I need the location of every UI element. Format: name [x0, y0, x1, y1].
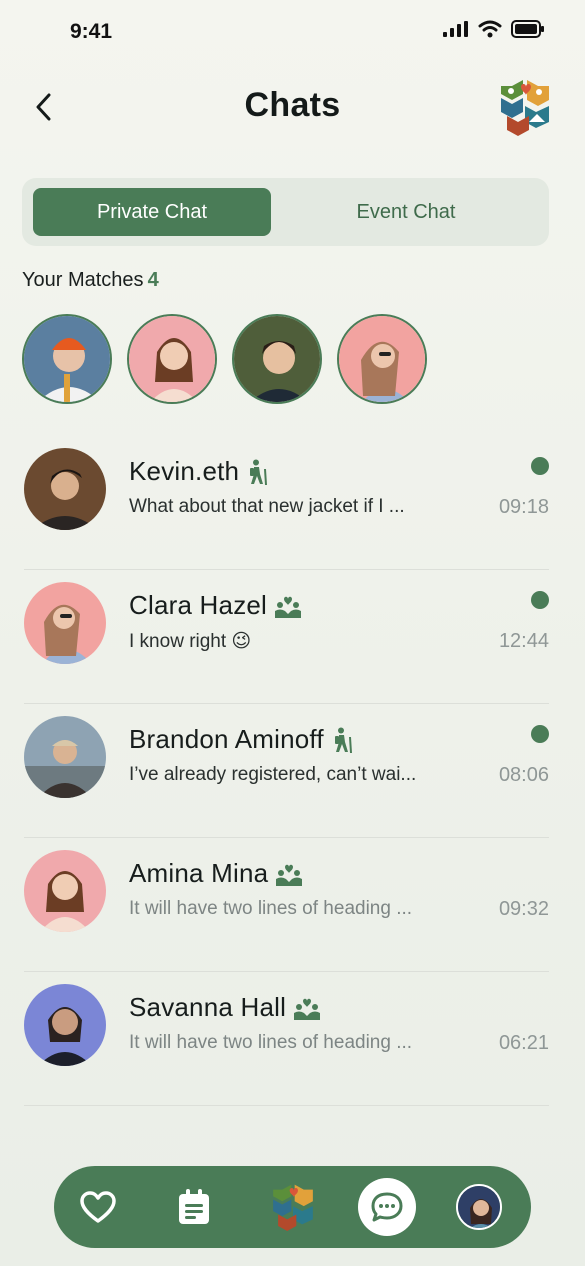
- last-message: I’ve already registered, can’t wai...: [129, 764, 417, 785]
- match-avatar[interactable]: [22, 314, 112, 404]
- heart-icon: [80, 1191, 116, 1223]
- chat-row-kevin[interactable]: Kevin.eth What about that new jacket if …: [24, 436, 549, 570]
- online-indicator: [531, 725, 549, 743]
- tab-private-chat[interactable]: Private Chat: [33, 188, 271, 236]
- nav-matches-button[interactable]: [68, 1166, 128, 1248]
- avatar: [24, 850, 106, 932]
- avatar-photo: [458, 1186, 500, 1228]
- avatar-photo: [24, 716, 106, 798]
- message-time: 09:32: [498, 898, 549, 920]
- chat-row-amina[interactable]: Amina Mina It will have two lines of hea…: [24, 838, 549, 972]
- nav-chat-active: [358, 1178, 416, 1236]
- avatar-photo: [24, 984, 106, 1066]
- chat-row-clara[interactable]: Clara Hazel I know right 😉 12:44: [24, 570, 549, 704]
- nav-profile-button[interactable]: [449, 1166, 509, 1248]
- matches-row: [22, 314, 427, 404]
- volunteer-icon: [294, 998, 321, 1020]
- avatar-photo: [339, 316, 425, 402]
- online-indicator: [531, 457, 549, 475]
- chat-row-savanna[interactable]: Savanna Hall It will have two lines of h…: [24, 972, 549, 1106]
- online-indicator: [531, 591, 549, 609]
- hiking-icon: [334, 727, 352, 753]
- page-title: Chats: [244, 86, 341, 124]
- contact-name: Kevin.eth: [129, 456, 240, 486]
- contact-name: Brandon Aminoff: [129, 724, 324, 754]
- chat-row-brandon[interactable]: Brandon Aminoff I’ve already registered,…: [24, 704, 549, 838]
- name-line: Brandon Aminoff: [129, 724, 354, 755]
- matches-label: Your Matches: [22, 269, 144, 291]
- signal-icon: [443, 21, 468, 37]
- status-icons: [443, 20, 545, 38]
- battery-icon: [511, 20, 544, 38]
- nav-chats-button[interactable]: [357, 1166, 417, 1248]
- app-logo-hexagon-icon: [273, 1184, 313, 1231]
- last-message: I know right 😉: [129, 631, 252, 652]
- message-time: 12:44: [498, 630, 549, 652]
- match-avatar[interactable]: [127, 314, 217, 404]
- volunteer-icon: [276, 864, 303, 886]
- hiking-icon: [250, 459, 268, 485]
- name-line: Clara Hazel: [129, 590, 302, 621]
- header: Chats: [0, 74, 585, 140]
- avatar: [24, 984, 106, 1066]
- wifi-icon: [478, 20, 502, 38]
- message-time: 08:06: [498, 764, 549, 786]
- avatar-photo: [24, 850, 106, 932]
- matches-heading: Your Matches 4: [22, 269, 159, 292]
- contact-name: Amina Mina: [129, 858, 269, 888]
- volunteer-icon: [275, 596, 302, 618]
- contact-name: Clara Hazel: [129, 590, 268, 620]
- contact-name: Savanna Hall: [129, 992, 287, 1022]
- chat-type-tabs: Private Chat Event Chat: [22, 178, 549, 246]
- chat-list: Kevin.eth What about that new jacket if …: [0, 436, 585, 1106]
- message-time: 06:21: [498, 1032, 549, 1054]
- name-line: Savanna Hall: [129, 992, 321, 1023]
- avatar-photo: [24, 316, 110, 402]
- nav-home-button[interactable]: [263, 1166, 323, 1248]
- last-message: It will have two lines of heading ...: [129, 898, 413, 919]
- profile-avatar: [456, 1184, 502, 1230]
- match-avatar[interactable]: [337, 314, 427, 404]
- bottom-nav: [54, 1166, 531, 1248]
- avatar: [24, 716, 106, 798]
- avatar: [24, 582, 106, 664]
- app-logo-hexagon-icon[interactable]: [499, 78, 551, 136]
- avatar-photo: [234, 316, 320, 402]
- message-time: 09:18: [498, 496, 549, 518]
- status-bar: 9:41: [0, 0, 585, 64]
- avatar-photo: [129, 316, 215, 402]
- chat-bubble-icon: [371, 1192, 403, 1222]
- avatar: [24, 448, 106, 530]
- last-message: What about that new jacket if I ...: [129, 496, 405, 517]
- avatar-photo: [24, 582, 106, 664]
- name-line: Amina Mina: [129, 858, 303, 889]
- avatar-photo: [24, 448, 106, 530]
- tab-event-chat[interactable]: Event Chat: [274, 188, 538, 236]
- nav-events-button[interactable]: [164, 1166, 224, 1248]
- last-message: It will have two lines of heading ...: [129, 1032, 413, 1053]
- status-time: 9:41: [70, 20, 113, 43]
- calendar-note-icon: [179, 1189, 209, 1224]
- matches-count: 4: [147, 269, 159, 291]
- match-avatar[interactable]: [232, 314, 322, 404]
- name-line: Kevin.eth: [129, 456, 269, 487]
